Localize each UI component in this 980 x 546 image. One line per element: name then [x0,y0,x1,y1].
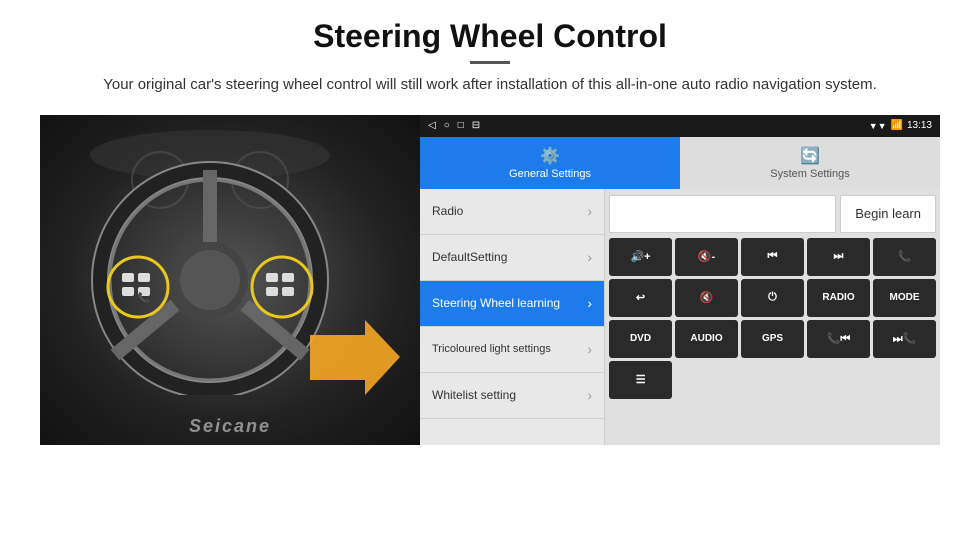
next-button[interactable]: ⏭ [807,238,870,276]
prev-icon: ⏮ [768,250,778,263]
seicane-logo: Seicane [189,416,271,437]
svg-text:📞: 📞 [138,291,151,304]
power-button[interactable]: ⏻ [741,279,804,317]
menu-button[interactable]: ☰ [609,361,672,399]
tel-prev-button[interactable]: 📞⏮ [807,320,870,358]
begin-learn-row: Begin learn [609,193,936,235]
nav-home-icon[interactable]: ○ [444,120,450,131]
vol-down-icon: 🔇- [698,250,715,263]
begin-learn-button[interactable]: Begin learn [840,195,936,233]
status-right: ▼▼ 📶 13:13 [869,120,932,131]
left-menu: Radio › DefaultSetting › Steering Wheel … [420,189,605,445]
chevron-icon: › [587,387,592,403]
menu-item-tricoloured[interactable]: Tricoloured light settings › [420,327,604,373]
mode-button[interactable]: MODE [873,279,936,317]
nav-menu-icon[interactable]: ⊟ [472,120,480,131]
gps-button[interactable]: GPS [741,320,804,358]
status-bar: ◁ ○ □ ⊟ ▼▼ 📶 13:13 [420,115,940,137]
menu-icon: ☰ [636,373,646,386]
prev-button[interactable]: ⏮ [741,238,804,276]
mute-icon: 🔇 [700,291,714,304]
content-area: 📞 Seicane [40,115,940,445]
tab-system-label: System Settings [770,168,849,180]
chevron-icon: › [587,203,592,219]
clock: 13:13 [907,120,932,131]
tab-bar: ⚙️ General Settings 🔄 System Settings [420,137,940,189]
vol-up-button[interactable]: 🔊+ [609,238,672,276]
wifi-icon: 📶 [891,120,903,131]
next-icon: ⏭ [834,250,844,263]
chevron-icon: › [587,249,592,265]
main-panel: Radio › DefaultSetting › Steering Wheel … [420,189,940,445]
menu-item-whitelist[interactable]: Whitelist setting › [420,373,604,419]
status-left: ◁ ○ □ ⊟ [428,120,480,131]
dvd-button[interactable]: DVD [609,320,672,358]
title-divider [470,61,510,64]
chevron-icon: › [587,341,592,357]
tel-prev-icon: 📞⏮ [827,332,851,346]
radio-button[interactable]: RADIO [807,279,870,317]
general-settings-icon: ⚙️ [540,146,560,166]
phone-icon: 📞 [898,250,912,263]
hangup-button[interactable]: ↩ [609,279,672,317]
button-row-4: ☰ [609,361,936,399]
page-title: Steering Wheel Control [103,18,877,55]
title-section: Steering Wheel Control Your original car… [103,18,877,109]
menu-item-steering[interactable]: Steering Wheel learning › [420,281,604,327]
hangup-icon: ↩ [636,291,645,304]
button-row-1: 🔊+ 🔇- ⏮ ⏭ 📞 [609,238,936,276]
nav-square-icon[interactable]: □ [458,120,464,131]
tel-next-icon: ⏭📞 [893,332,917,346]
nav-back-icon[interactable]: ◁ [428,120,436,131]
vol-down-button[interactable]: 🔇- [675,238,738,276]
phone-button[interactable]: 📞 [873,238,936,276]
power-icon: ⏻ [768,291,777,304]
button-grid: 🔊+ 🔇- ⏮ ⏭ 📞 [609,238,936,399]
menu-item-radio[interactable]: Radio › [420,189,604,235]
tab-general[interactable]: ⚙️ General Settings [420,137,680,189]
audio-button[interactable]: AUDIO [675,320,738,358]
right-controls: Begin learn 🔊+ 🔇- [605,189,940,445]
page-subtitle: Your original car's steering wheel contr… [103,74,877,97]
tab-general-label: General Settings [509,168,591,180]
mute-button[interactable]: 🔇 [675,279,738,317]
vol-up-icon: 🔊+ [630,250,650,263]
chevron-icon: › [587,295,592,311]
android-panel: ◁ ○ □ ⊟ ▼▼ 📶 13:13 ⚙️ General Settings [420,115,940,445]
steering-bg: 📞 Seicane [40,115,420,445]
menu-item-default[interactable]: DefaultSetting › [420,235,604,281]
system-settings-icon: 🔄 [800,146,820,166]
button-row-2: ↩ 🔇 ⏻ RADIO MODE [609,279,936,317]
tel-next-button[interactable]: ⏭📞 [873,320,936,358]
steering-wheel-image: 📞 Seicane [40,115,420,445]
signal-icon: ▼▼ [869,121,887,131]
tab-system[interactable]: 🔄 System Settings [680,137,940,189]
button-row-3: DVD AUDIO GPS 📞⏮ ⏭📞 [609,320,936,358]
steering-input [609,195,836,233]
